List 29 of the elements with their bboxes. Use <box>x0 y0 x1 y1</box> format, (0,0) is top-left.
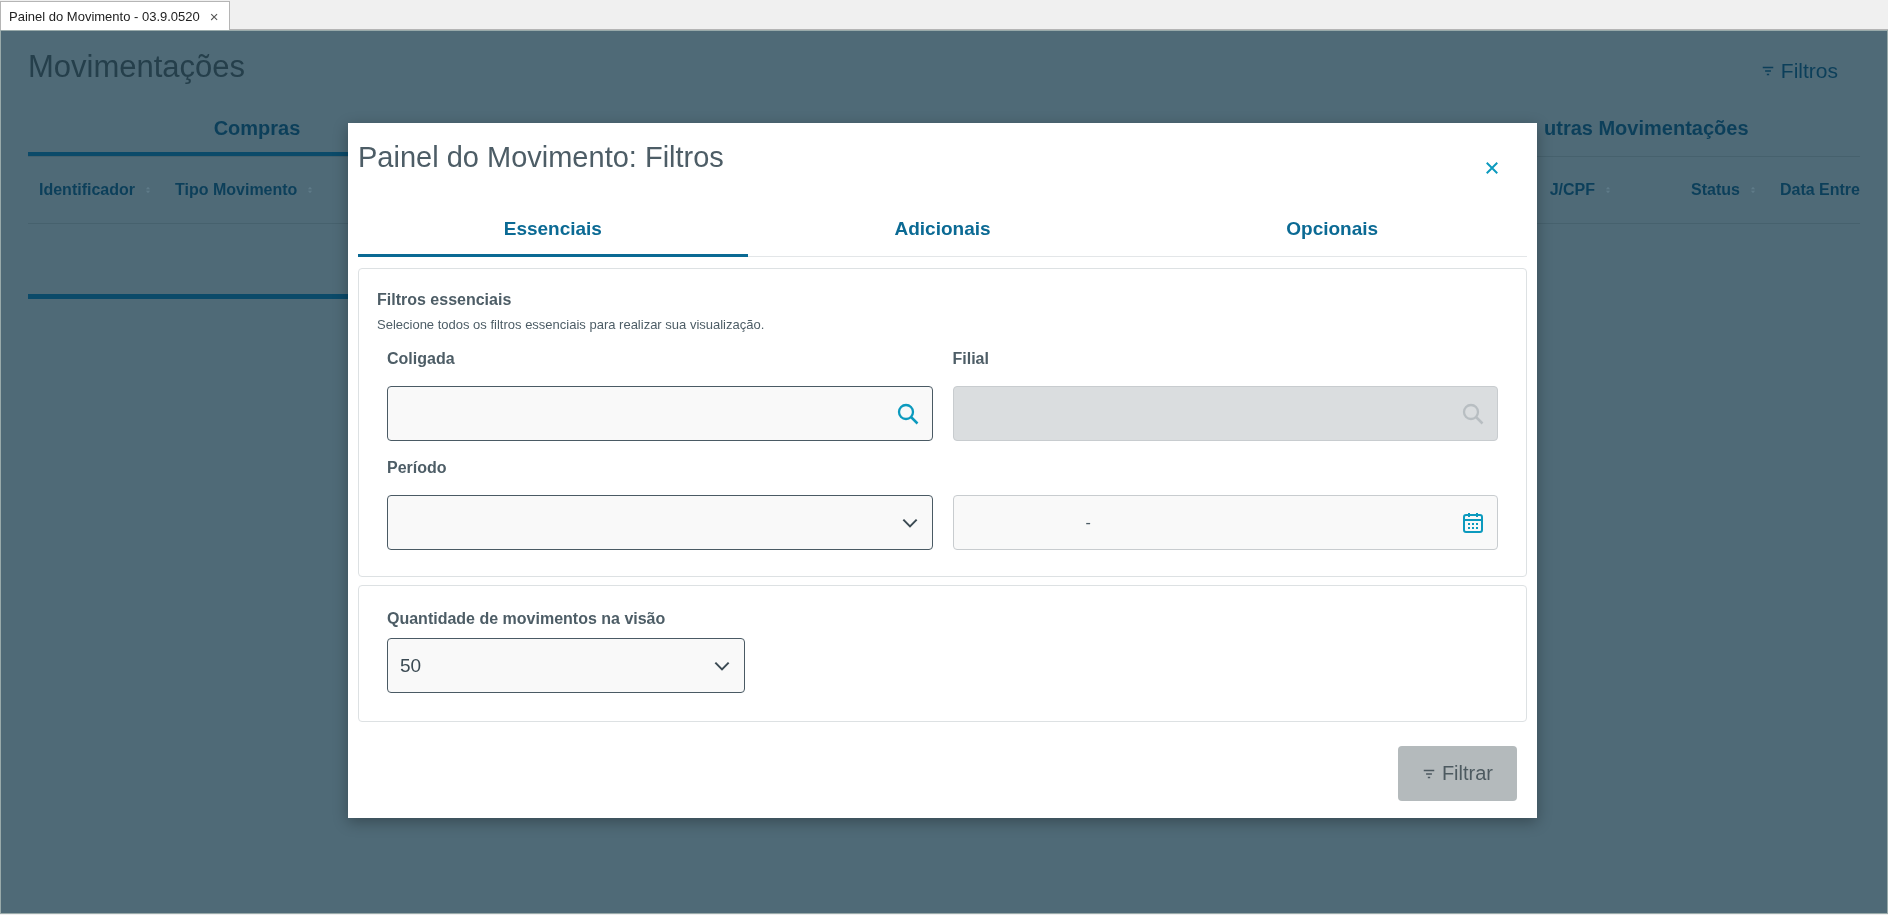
column-header[interactable]: J/CPF <box>1549 181 1596 199</box>
dialog-tab[interactable]: Essenciais <box>358 213 748 257</box>
select-field[interactable]: 50 <box>387 638 745 693</box>
dialog-tab[interactable]: Adicionais <box>747 213 1138 257</box>
tab-title: Painel do Movimento - 03.9.0520 <box>9 8 200 24</box>
select-field[interactable] <box>387 495 933 550</box>
section-title: Filtros essenciais <box>377 291 513 309</box>
search-icon <box>1461 401 1485 426</box>
lookup-field[interactable] <box>387 386 933 441</box>
range-separator: - <box>1085 513 1091 532</box>
close-icon <box>1483 159 1501 177</box>
field-label: Período <box>387 459 448 478</box>
date-range-field[interactable]: - <box>952 495 1498 550</box>
field-label: Filial <box>952 350 990 369</box>
calendar-icon <box>1461 510 1485 535</box>
dialog-tab[interactable]: Opcionais <box>1137 213 1527 257</box>
column-header[interactable]: Data Entre <box>1779 181 1860 199</box>
column-header[interactable]: Tipo Movimento <box>175 181 298 199</box>
filters-button[interactable]: Filtros <box>1760 59 1838 83</box>
close-tab-button[interactable]: × <box>209 7 219 25</box>
search-icon <box>895 401 920 426</box>
window-tab[interactable]: Painel do Movimento - 03.9.0520 × <box>0 1 230 30</box>
section-description: Selecione todos os filtros essenciais para realizar sua visualização. <box>377 317 766 332</box>
filter-icon <box>1760 64 1775 78</box>
field-label: Coligada <box>387 350 456 369</box>
column-header[interactable]: Identificador <box>39 181 135 199</box>
field-label: Quantidade de movimentos na visão <box>387 610 667 629</box>
select-value: 50 <box>400 654 423 677</box>
column-header[interactable]: Status <box>1691 181 1740 199</box>
